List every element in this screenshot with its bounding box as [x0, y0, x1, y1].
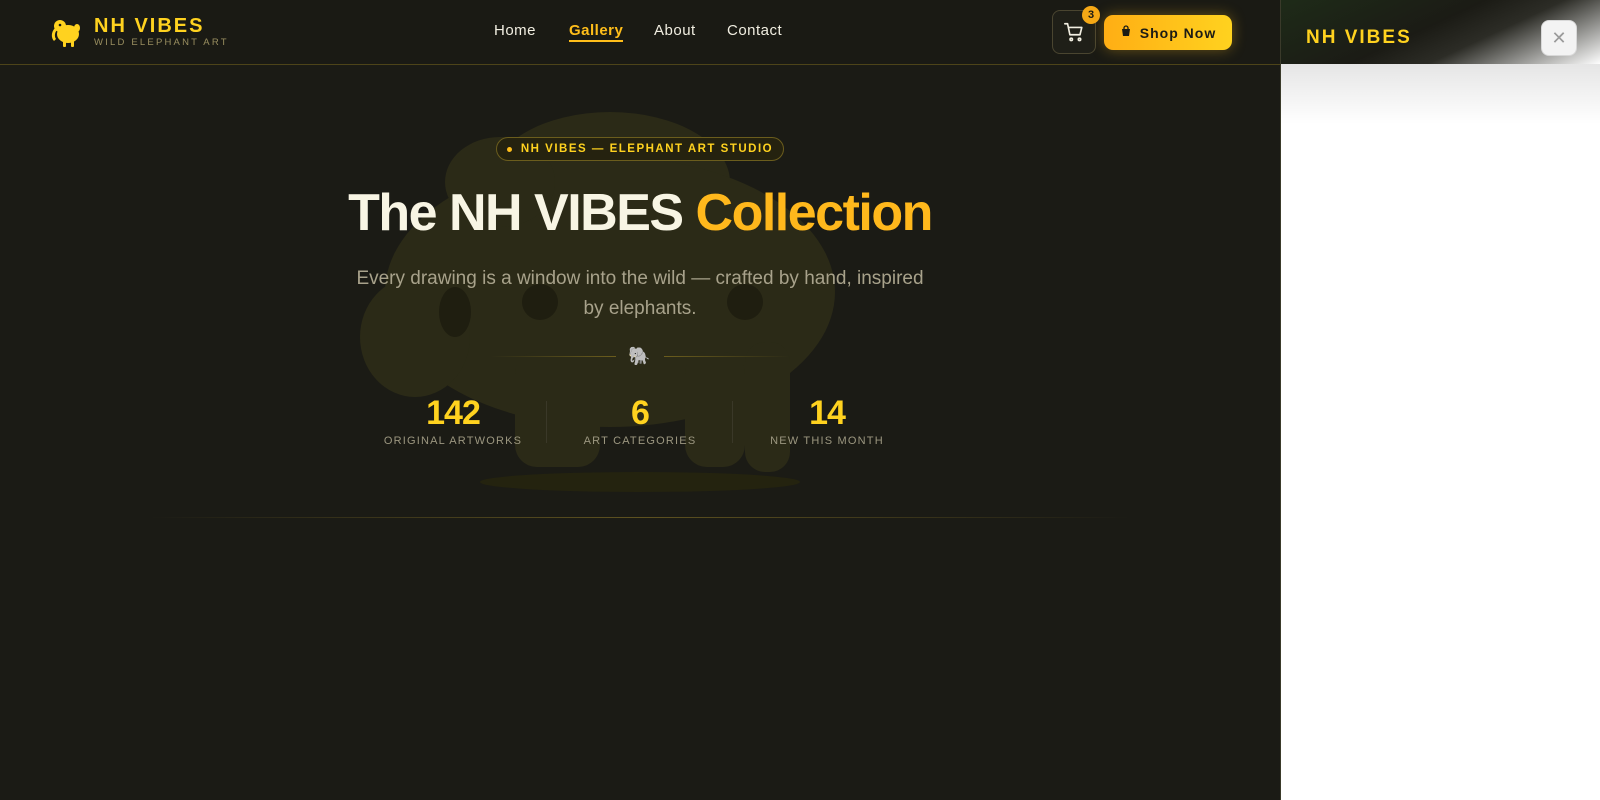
main-page: NH VIBES WILD ELEPHANT ART Home Gallery … — [0, 0, 1280, 800]
title-main: The NH VIBES — [348, 184, 696, 242]
studio-badge: NH VIBES — ELEPHANT ART STUDIO — [496, 137, 784, 161]
page-title: The NH VIBES Collection — [0, 182, 1280, 244]
bag-icon — [1120, 25, 1132, 40]
stat-label: ORIGINAL ARTWORKS — [383, 435, 523, 447]
nav-contact[interactable]: Contact — [727, 22, 782, 39]
title-accent: Collection — [695, 184, 934, 242]
stat-separator — [546, 401, 547, 443]
stat-value: 14 — [809, 394, 846, 432]
elephant-divider-icon: 🐘 — [628, 346, 651, 366]
stat-artworks: 142 ORIGINAL ARTWORKS — [380, 395, 526, 447]
stat-label: ART CATEGORIES — [583, 435, 697, 447]
section-divider — [150, 517, 1130, 518]
badge-dot — [506, 146, 512, 152]
divider-line-left — [490, 356, 616, 357]
drawer-header-shadow — [1281, 64, 1600, 124]
divider-line-right — [664, 356, 790, 357]
cart-icon — [1064, 22, 1083, 42]
stat-value: 6 — [631, 394, 650, 432]
stat-separator — [732, 401, 733, 443]
stat-categories: 6 ART CATEGORIES — [570, 395, 710, 447]
close-icon: ✕ — [1551, 27, 1567, 48]
stat-value: 142 — [426, 394, 481, 432]
nav-home[interactable]: Home — [494, 22, 536, 39]
nav-about[interactable]: About — [654, 22, 696, 39]
drawer-title: NH VIBES — [1306, 27, 1412, 48]
hero-subtitle: Every drawing is a window into the wild … — [356, 268, 924, 319]
shop-now-button[interactable]: Shop Now — [1104, 15, 1232, 50]
ornament-divider: 🐘 — [0, 346, 1280, 368]
stat-new: 14 NEW THIS MONTH — [756, 395, 898, 447]
cart-count-badge: 3 — [1082, 6, 1100, 24]
side-drawer: NH VIBES ✕ — [1280, 0, 1600, 800]
studio-badge-label: NH VIBES — ELEPHANT ART STUDIO — [520, 143, 774, 155]
shop-now-label: Shop Now — [1139, 24, 1217, 41]
site-header: NH VIBES WILD ELEPHANT ART Home Gallery … — [0, 0, 1280, 65]
nav-gallery[interactable]: Gallery — [569, 22, 624, 42]
stats-row: 142 ORIGINAL ARTWORKS 6 ART CATEGORIES 1… — [0, 395, 1280, 455]
stat-label: NEW THIS MONTH — [770, 435, 884, 447]
close-drawer-button[interactable]: ✕ — [1541, 20, 1577, 56]
